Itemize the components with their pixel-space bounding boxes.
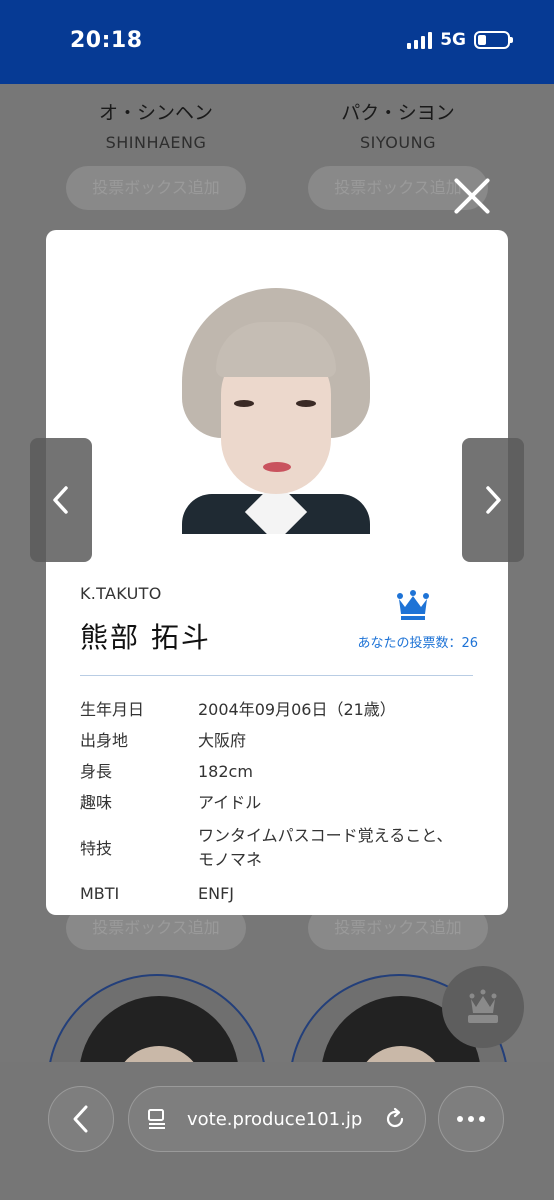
bg-vote-button[interactable]: 投票ボックス追加 <box>66 166 246 210</box>
detail-key: 趣味 <box>80 793 113 812</box>
close-icon[interactable] <box>452 176 492 216</box>
vote-box-fab[interactable] <box>442 966 524 1048</box>
detail-row-skill: 特技 ワンタイムパスコード覚えること、 モノマネ <box>80 824 480 872</box>
status-time: 20:18 <box>70 28 143 53</box>
detail-value: 182cm <box>198 762 253 781</box>
detail-value: ENFJ <box>198 884 234 903</box>
bg-card-name-jp: オ・シンヘン <box>98 102 213 124</box>
divider <box>80 675 473 676</box>
detail-key: MBTI <box>80 884 120 903</box>
network-type: 5G <box>440 30 466 50</box>
detail-value: 2004年09月06日（21歳） <box>198 700 396 719</box>
bg-card-name-en: SIYOUNG <box>360 133 436 152</box>
detail-value-line: モノマネ <box>198 850 263 869</box>
detail-value: ワンタイムパスコード覚えること、 モノマネ <box>198 824 480 872</box>
detail-row-hobby: 趣味 アイドル <box>80 793 480 812</box>
detail-value: 大阪府 <box>198 731 247 750</box>
detail-row-mbti: MBTI ENFJ <box>80 884 480 903</box>
status-bar: 20:18 5G <box>0 0 554 84</box>
bg-card-shinhaeng: オ・シンヘン SHINHAENG <box>36 98 276 152</box>
status-indicators: 5G <box>407 30 513 50</box>
detail-row-hometown: 出身地 大阪府 <box>80 731 480 750</box>
crown-icon <box>468 989 498 1023</box>
detail-key: 出身地 <box>80 731 129 750</box>
chevron-left-icon <box>73 1105 88 1133</box>
bg-card-name-jp: パク・シヨン <box>341 102 455 124</box>
detail-value-line: ワンタイムパスコード覚えること、 <box>198 826 453 845</box>
back-button[interactable] <box>48 1086 114 1152</box>
profile-details: 生年月日 2004年09月06日（21歳） 出身地 大阪府 身長 182cm 趣… <box>80 700 480 915</box>
detail-row-birthday: 生年月日 2004年09月06日（21歳） <box>80 700 480 719</box>
crown-icon <box>397 590 429 620</box>
trainee-name-jp: 熊部 拓斗 <box>80 621 211 654</box>
browser-toolbar: vote.produce101.jp <box>0 1062 554 1200</box>
address-bar[interactable]: vote.produce101.jp <box>128 1086 426 1152</box>
ellipsis-icon <box>457 1116 485 1122</box>
next-trainee-button[interactable] <box>462 438 524 562</box>
url-text: vote.produce101.jp <box>187 1108 363 1130</box>
chevron-right-icon <box>486 486 501 514</box>
trainee-photo <box>176 282 376 534</box>
detail-key: 生年月日 <box>80 700 145 719</box>
more-button[interactable] <box>438 1086 504 1152</box>
tab-list-icon <box>148 1109 165 1129</box>
detail-key: 身長 <box>80 762 113 781</box>
detail-row-height: 身長 182cm <box>80 762 480 781</box>
reload-icon[interactable] <box>383 1107 407 1131</box>
bg-card-name-en: SHINHAENG <box>105 133 207 152</box>
prev-trainee-button[interactable] <box>30 438 92 562</box>
battery-icon <box>474 31 513 49</box>
vote-count-label: あなたの投票数：26 <box>357 636 478 651</box>
signal-icon <box>407 31 433 49</box>
trainee-name-en: K.TAKUTO <box>80 584 162 603</box>
profile-modal: K.TAKUTO 熊部 拓斗 あなたの投票数：26 生年月日 2004年09月0… <box>46 230 508 915</box>
detail-value: アイドル <box>198 793 262 812</box>
bg-card-siyoung: パク・シヨン SIYOUNG <box>278 98 518 152</box>
detail-key: 特技 <box>80 838 113 858</box>
chevron-left-icon <box>53 486 68 514</box>
